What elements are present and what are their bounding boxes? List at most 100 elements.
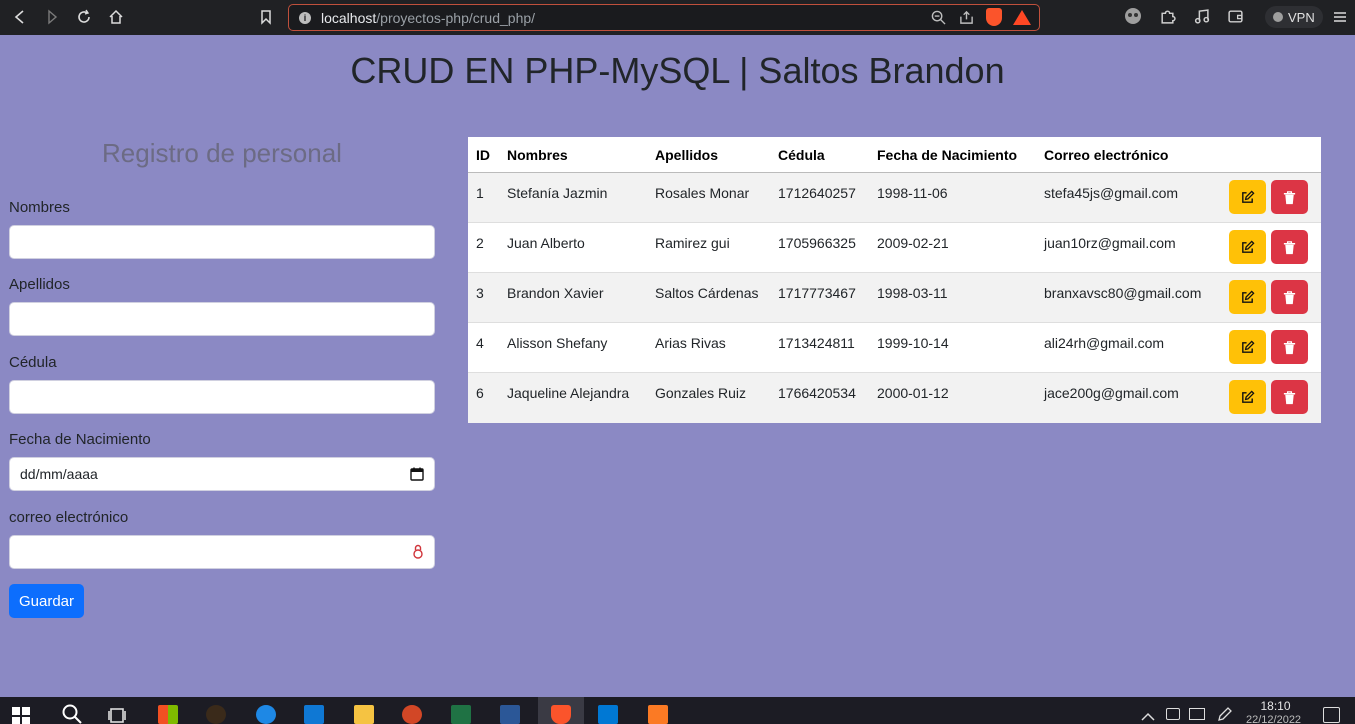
search-icon[interactable]	[62, 704, 82, 724]
pen-icon[interactable]	[1217, 706, 1233, 724]
edit-button[interactable]	[1229, 380, 1266, 414]
cell-nombres: Jaqueline Alejandra	[507, 385, 630, 401]
url-host: localhost	[321, 9, 377, 26]
extensions-icon[interactable]	[1156, 5, 1178, 27]
share-icon[interactable]	[957, 8, 975, 26]
edit-button[interactable]	[1229, 180, 1266, 214]
cell-cedula: 1713424811	[778, 335, 855, 351]
reload-button[interactable]	[68, 1, 100, 33]
mail-icon[interactable]	[304, 705, 324, 724]
edit-icon	[1242, 289, 1255, 303]
table-row: 2 Juan Alberto Ramirez gui 1705966325 20…	[468, 223, 1321, 273]
vscode-icon[interactable]	[598, 705, 618, 724]
browser-app-icon[interactable]	[256, 705, 276, 724]
nombres-input[interactable]	[9, 225, 435, 259]
header-nombres: Nombres	[507, 146, 568, 163]
trash-icon	[1283, 190, 1296, 204]
cell-correo: ali24rh@gmail.com	[1044, 335, 1165, 351]
url-path: /proyectos-php/crud_php/	[376, 9, 536, 26]
edit-icon	[1242, 189, 1255, 203]
edit-icon	[1242, 339, 1255, 353]
word-icon[interactable]	[500, 705, 520, 724]
fecha-nacimiento-input[interactable]: dd/mm/aaaa	[9, 457, 435, 491]
cell-nombres: Brandon Xavier	[507, 285, 604, 301]
url-text: localhost/proyectos-php/crud_php/	[321, 10, 535, 26]
wallet-icon[interactable]	[1224, 5, 1246, 27]
address-bar[interactable]: i localhost/proyectos-php/crud_php/	[288, 4, 1040, 31]
cell-correo: branxavsc80@gmail.com	[1044, 285, 1202, 301]
brave-rewards-icon[interactable]	[1013, 8, 1031, 26]
edit-button[interactable]	[1229, 230, 1266, 264]
cell-apellidos: Saltos Cárdenas	[655, 285, 759, 301]
delete-button[interactable]	[1271, 280, 1308, 314]
menu-button[interactable]	[1332, 9, 1348, 30]
edit-icon	[1242, 239, 1255, 253]
cell-apellidos: Gonzales Ruiz	[655, 385, 747, 401]
cell-nombres: Juan Alberto	[507, 235, 585, 251]
cell-apellidos: Ramirez gui	[655, 235, 730, 251]
profile-icon[interactable]	[1122, 5, 1144, 27]
windows-taskbar: 18:10 22/12/2022	[0, 697, 1355, 724]
powerpoint-icon[interactable]	[402, 705, 422, 724]
calendar-icon[interactable]	[410, 467, 424, 481]
site-info-icon[interactable]: i	[299, 11, 311, 24]
cell-fecha: 2009-02-21	[877, 235, 949, 251]
cell-cedula: 1717773467	[778, 285, 856, 301]
header-id: ID	[476, 146, 490, 163]
camera-icon[interactable]	[1166, 708, 1180, 720]
nombres-label: Nombres	[9, 199, 70, 216]
cell-id: 3	[476, 285, 484, 301]
table-row: 6 Jaqueline Alejandra Gonzales Ruiz 1766…	[468, 373, 1321, 423]
xampp-icon[interactable]	[648, 705, 668, 724]
edit-button[interactable]	[1229, 280, 1266, 314]
notifications-icon[interactable]	[1323, 707, 1340, 723]
forward-button[interactable]	[36, 1, 68, 33]
password-manager-key-icon[interactable]	[412, 544, 424, 560]
media-icon[interactable]	[1190, 5, 1212, 27]
excel-icon[interactable]	[451, 705, 471, 724]
home-button[interactable]	[100, 1, 132, 33]
brave-shields-icon[interactable]	[985, 8, 1003, 26]
clock-date[interactable]: 22/12/2022	[1246, 714, 1301, 724]
vpn-label: VPN	[1288, 9, 1315, 25]
form-title: Registro de personal	[102, 138, 342, 168]
bookmark-icon	[261, 10, 271, 25]
back-icon	[14, 10, 24, 24]
vpn-button[interactable]: VPN	[1265, 6, 1323, 28]
header-correo: Correo electrónico	[1044, 146, 1169, 163]
clock-time[interactable]: 18:10	[1248, 699, 1303, 713]
network-icon[interactable]	[1189, 708, 1205, 720]
cell-cedula: 1712640257	[778, 185, 856, 201]
cell-nombres: Alisson Shefany	[507, 335, 608, 351]
correo-input[interactable]	[9, 535, 435, 569]
file-explorer-icon[interactable]	[354, 705, 374, 724]
apellidos-label: Apellidos	[9, 276, 70, 293]
tray-chevron-icon[interactable]	[1141, 709, 1155, 724]
cell-apellidos: Arias Rivas	[655, 335, 726, 351]
save-button[interactable]: Guardar	[9, 584, 84, 618]
trash-icon	[1283, 390, 1296, 404]
cell-fecha: 2000-01-12	[877, 385, 949, 401]
edit-icon	[1242, 389, 1255, 403]
delete-button[interactable]	[1271, 330, 1308, 364]
brave-browser-icon[interactable]	[551, 705, 571, 724]
delete-button[interactable]	[1271, 230, 1308, 264]
cell-apellidos: Rosales Monar	[655, 185, 750, 201]
table-header: ID Nombres Apellidos Cédula Fecha de Nac…	[468, 137, 1321, 173]
cell-id: 4	[476, 335, 484, 351]
delete-button[interactable]	[1271, 180, 1308, 214]
apellidos-input[interactable]	[9, 302, 435, 336]
zoom-icon[interactable]	[929, 8, 947, 26]
back-button[interactable]	[4, 1, 36, 33]
delete-button[interactable]	[1271, 380, 1308, 414]
cedula-input[interactable]	[9, 380, 435, 414]
edit-button[interactable]	[1229, 330, 1266, 364]
vpn-status-icon	[1273, 12, 1283, 22]
app-icon[interactable]	[206, 705, 226, 724]
task-view-icon[interactable]	[108, 707, 128, 724]
bookmark-button[interactable]	[250, 1, 282, 33]
start-icon[interactable]	[12, 707, 30, 724]
cell-cedula: 1705966325	[778, 235, 856, 251]
store-icon[interactable]	[158, 705, 178, 724]
cell-fecha: 1998-03-11	[877, 285, 948, 301]
